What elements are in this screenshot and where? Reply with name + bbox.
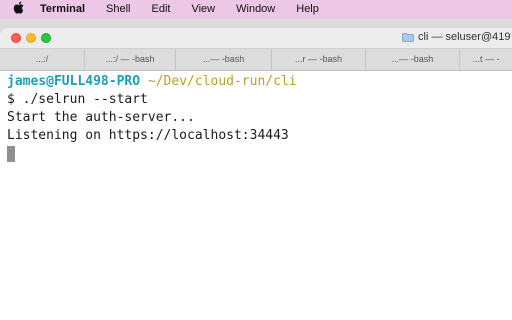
tab-label: ...— -bash [202,54,245,64]
tab-2[interactable]: ...:/ — -bash [85,49,176,70]
tab-label: ...:/ [35,54,49,64]
cursor-line [7,145,507,163]
tab-6[interactable]: ...t — - [460,49,512,70]
prompt-line: james@FULL498-PRO ~/Dev/cloud-run/cli [7,73,507,91]
tab-3[interactable]: ...— -bash [176,49,272,70]
prompt-user: james@FULL498-PRO [7,74,141,89]
tab-bar: ...:/ ...:/ — -bash ...— -bash ...r — -b… [0,49,512,71]
window-title-text: cli — seluser@419 [418,31,511,43]
close-button[interactable] [11,33,21,43]
minimize-button[interactable] [26,33,36,43]
menu-shell[interactable]: Shell [106,0,130,19]
tab-label: ...t — - [472,54,500,64]
command-line: $ ./selrun --start [7,92,148,107]
terminal-window: cli — seluser@419 ...:/ ...:/ — -bash ..… [0,28,512,320]
terminal-output[interactable]: james@FULL498-PRO ~/Dev/cloud-run/cli $ … [7,73,507,163]
menu-view[interactable]: View [191,0,215,19]
tab-label: ...— -bash [391,54,434,64]
apple-logo-icon[interactable] [13,0,27,19]
prompt-path: ~/Dev/cloud-run/cli [147,74,297,89]
menu-edit[interactable]: Edit [152,0,171,19]
tab-label: ...r — -bash [294,54,342,64]
apple-logo-icon-glyph [13,1,24,14]
menu-bar: Terminal Shell Edit View Window Help [0,0,512,19]
tab-1[interactable]: ...:/ [0,49,85,70]
output-line: Start the auth-server... [7,110,195,125]
menu-terminal[interactable]: Terminal [40,0,85,19]
tab-5[interactable]: ...— -bash [366,49,460,70]
menu-window[interactable]: Window [236,0,275,19]
maximize-button[interactable] [41,33,51,43]
text-cursor [7,146,15,162]
tab-label: ...:/ — -bash [105,54,155,64]
folder-icon [402,32,414,42]
tab-4[interactable]: ...r — -bash [272,49,366,70]
title-bar[interactable]: cli — seluser@419 [0,28,512,49]
menu-help[interactable]: Help [296,0,319,19]
output-line: Listening on https://localhost:34443 [7,128,289,143]
window-title: cli — seluser@419 [402,31,510,43]
